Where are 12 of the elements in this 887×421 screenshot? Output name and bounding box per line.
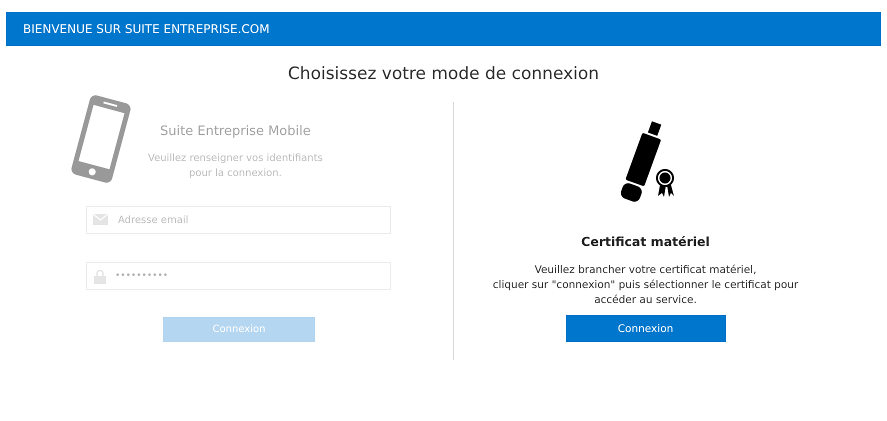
connexion-button[interactable]: Connexion bbox=[566, 315, 726, 342]
envelope-icon bbox=[93, 214, 108, 225]
header-title: BIENVENUE SUR SUITE ENTREPRISE.COM bbox=[23, 22, 270, 36]
certificate-description: cliquer sur "connexion" puis sélectionner le certificat pour bbox=[492, 278, 798, 293]
mobile-title: Suite Entreprise Mobile bbox=[160, 124, 311, 139]
page-heading: Choisissez votre mode de connexion bbox=[286, 64, 600, 84]
certificate-description: accéder au service. bbox=[594, 293, 697, 308]
mobile-description: pour la connexion. bbox=[188, 167, 282, 181]
mobile-description: Veuillez renseigner vos identifiants bbox=[148, 152, 323, 166]
certificate-title: Certificat matériel bbox=[581, 234, 710, 249]
certificate-description: Veuillez brancher votre certificat matériel, bbox=[534, 263, 756, 278]
lock-icon bbox=[94, 268, 106, 284]
